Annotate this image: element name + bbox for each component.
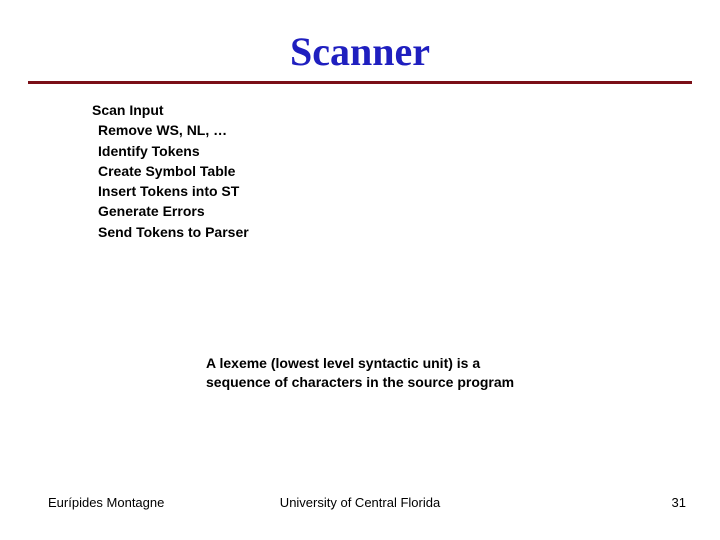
title-underline: [28, 81, 692, 84]
list-header: Scan Input: [92, 100, 720, 120]
list-item: Insert Tokens into ST: [98, 181, 720, 201]
definition-text: A lexeme (lowest level syntactic unit) i…: [206, 354, 526, 392]
footer-page-number: 31: [672, 495, 686, 510]
list-item: Send Tokens to Parser: [98, 222, 720, 242]
slide-title: Scanner: [290, 28, 430, 75]
list-item: Identify Tokens: [98, 141, 720, 161]
list-item: Generate Errors: [98, 201, 720, 221]
list-item: Create Symbol Table: [98, 161, 720, 181]
list-item: Remove WS, NL, …: [98, 120, 720, 140]
footer-author: Eurípides Montagne: [48, 495, 164, 510]
footer-affiliation: University of Central Florida: [280, 495, 440, 510]
steps-list: Scan Input Remove WS, NL, … Identify Tok…: [92, 100, 720, 242]
